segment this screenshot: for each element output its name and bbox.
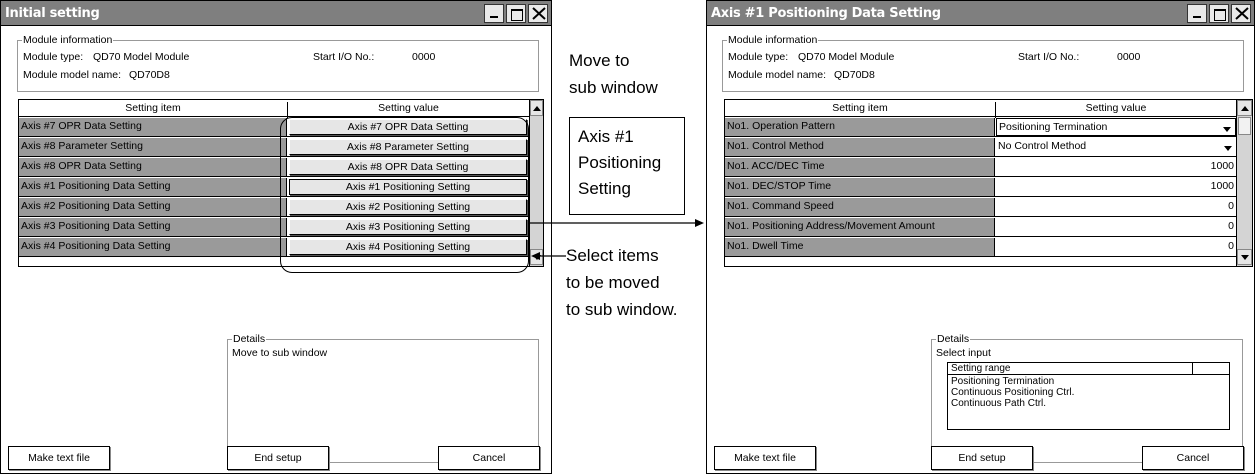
module-model-label: Module model name: (728, 69, 827, 81)
table-row[interactable]: No1. Dwell Time 0 (725, 238, 1236, 257)
table-row[interactable]: No1. Operation Pattern Positioning Termi… (725, 118, 1236, 137)
scroll-thumb[interactable] (1238, 117, 1251, 135)
header-setting-value: Setting value (995, 102, 1236, 118)
setting-range-header: Setting range (948, 363, 1193, 375)
setting-item-cell: No1. Dwell Time (725, 238, 995, 256)
operation-pattern-value: Positioning Termination (999, 121, 1108, 133)
control-method-select[interactable]: No Control Method (996, 138, 1236, 156)
setting-item-cell: No1. Control Method (725, 138, 995, 156)
details-legend: Details (937, 333, 970, 345)
setting-item-cell: No1. ACC/DEC Time (725, 158, 995, 176)
setting-item-cell: No1. Command Speed (725, 198, 995, 216)
positioning-address-input[interactable]: 0 (996, 218, 1236, 236)
cancel-button[interactable]: Cancel (1142, 446, 1244, 470)
triangle-down-icon (1241, 255, 1249, 260)
module-model-value: QD70D8 (834, 69, 875, 81)
start-io-value: 0000 (1117, 51, 1141, 63)
arrow-select-items (531, 252, 566, 260)
module-information-group: Module information (722, 34, 1244, 92)
title-bar: Axis #1 Positioning Data Setting (707, 1, 1254, 26)
vertical-scrollbar[interactable] (1236, 100, 1252, 266)
setting-grid: Setting item Setting value No1. Operatio… (724, 99, 1253, 267)
maximize-button[interactable] (1209, 4, 1229, 23)
make-text-file-button[interactable]: Make text file (714, 446, 816, 470)
arrow-to-sub-window (528, 219, 704, 227)
module-information-legend: Module information (728, 34, 818, 46)
dropdown-arrow-icon (1224, 146, 1232, 151)
dropdown-arrow-icon (1223, 127, 1231, 132)
axis1-positioning-data-window: Axis #1 Positioning Data Setting Module … (706, 0, 1255, 474)
control-method-value: No Control Method (998, 140, 1087, 152)
operation-pattern-select[interactable]: Positioning Termination (996, 118, 1236, 136)
range-option[interactable]: Positioning Termination (951, 376, 1054, 387)
close-button[interactable] (1231, 4, 1251, 23)
setting-range-header-blank (1193, 363, 1229, 375)
module-type-label: Module type: (728, 51, 789, 63)
close-icon (1235, 7, 1249, 20)
minimize-button[interactable] (1187, 4, 1207, 23)
range-option[interactable]: Continuous Path Ctrl. (951, 398, 1046, 409)
triangle-up-icon (1241, 106, 1249, 111)
command-speed-input[interactable]: 0 (996, 198, 1236, 216)
table-row[interactable]: No1. Command Speed 0 (725, 198, 1236, 217)
scroll-down-arrow[interactable] (1237, 249, 1252, 265)
dec-stop-time-input[interactable]: 1000 (996, 178, 1236, 196)
details-text: Select input (936, 347, 991, 359)
table-row[interactable]: No1. Control Method No Control Method (725, 138, 1236, 157)
setting-item-cell: No1. Operation Pattern (725, 118, 995, 136)
setting-item-cell: No1. Positioning Address/Movement Amount (725, 218, 995, 236)
window-title: Axis #1 Positioning Data Setting (711, 6, 941, 21)
acc-dec-time-input[interactable]: 1000 (996, 158, 1236, 176)
table-row[interactable]: No1. ACC/DEC Time 1000 (725, 158, 1236, 177)
dwell-time-input[interactable]: 0 (996, 238, 1236, 256)
grid-header: Setting item Setting value (725, 100, 1236, 118)
range-option[interactable]: Continuous Positioning Ctrl. (951, 387, 1074, 398)
table-row[interactable]: No1. DEC/STOP Time 1000 (725, 178, 1236, 197)
end-setup-button[interactable]: End setup (931, 446, 1033, 470)
module-type-value: QD70 Model Module (798, 51, 895, 63)
scroll-up-arrow[interactable] (1237, 100, 1252, 116)
header-setting-item: Setting item (832, 102, 888, 114)
setting-range-list[interactable]: Setting range Positioning Termination Co… (947, 362, 1230, 430)
start-io-label: Start I/O No.: (1018, 51, 1080, 63)
table-row[interactable]: No1. Positioning Address/Movement Amount… (725, 218, 1236, 237)
setting-item-cell: No1. DEC/STOP Time (725, 178, 995, 196)
